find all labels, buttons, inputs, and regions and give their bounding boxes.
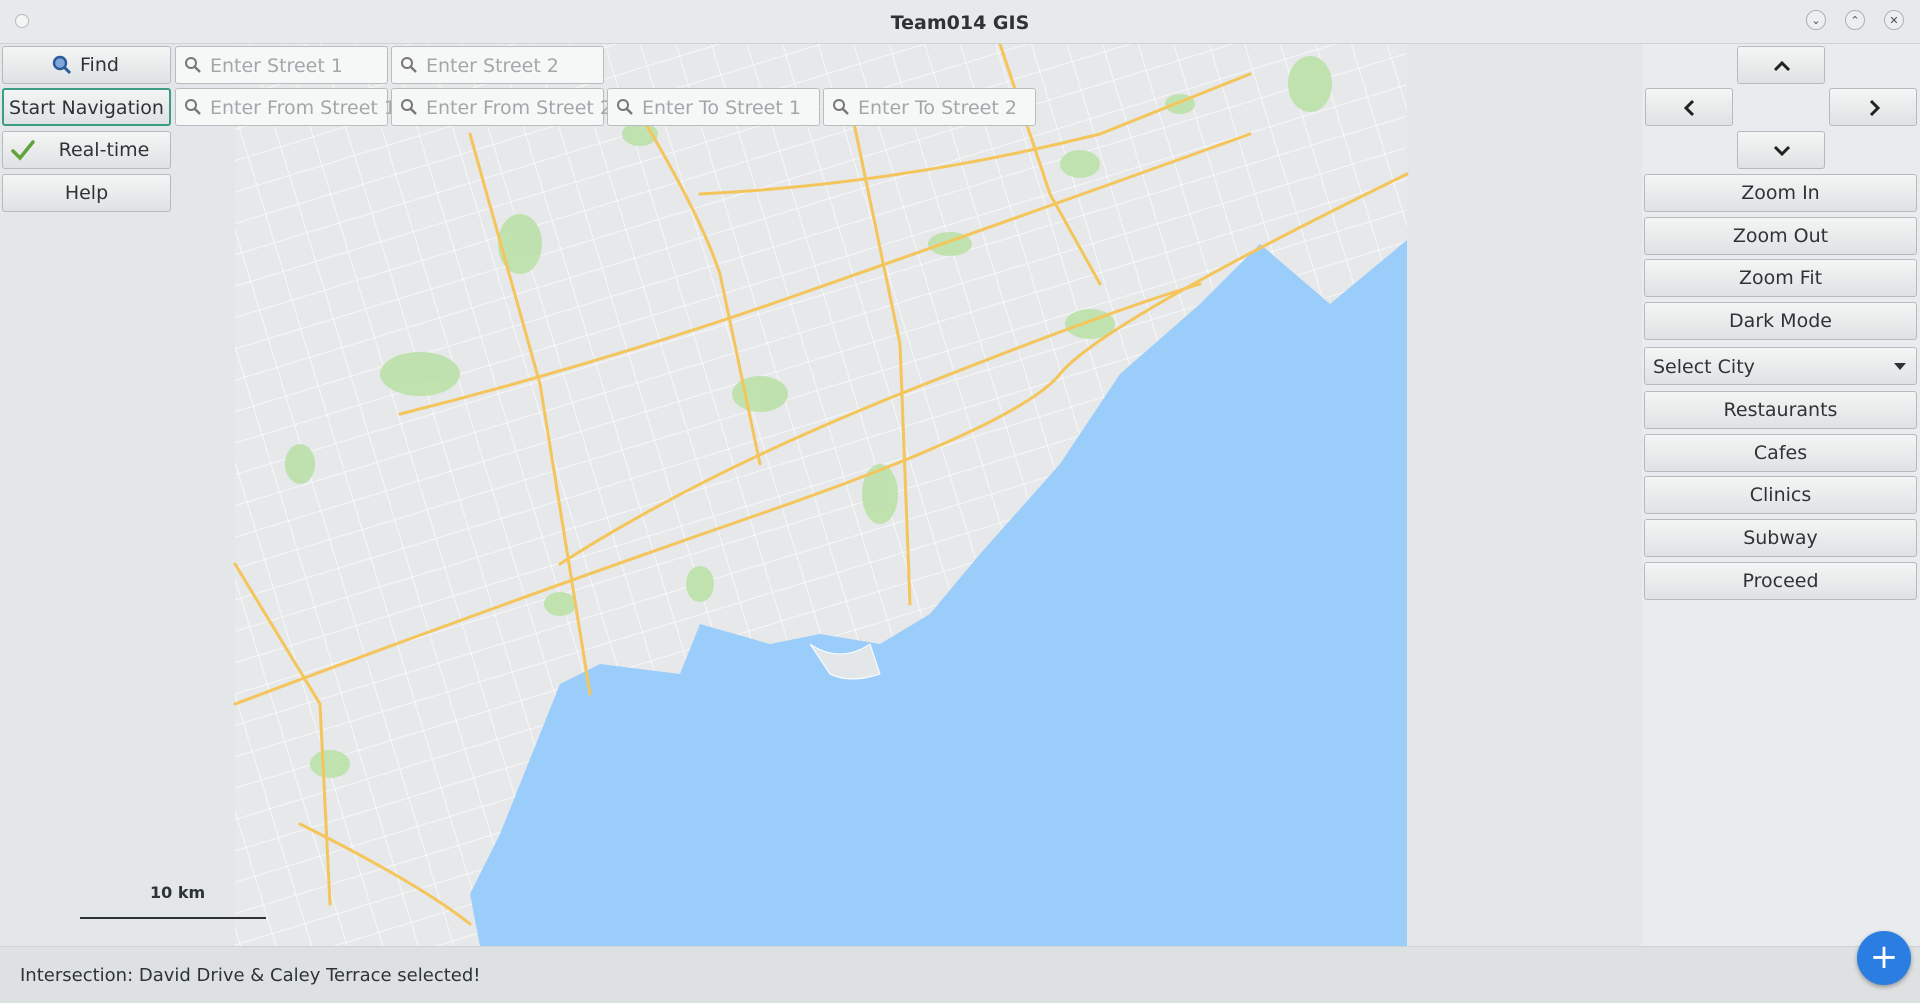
select-city-label: Select City	[1653, 356, 1755, 378]
pan-right-button[interactable]	[1829, 88, 1917, 126]
search-icon	[185, 99, 201, 115]
chevron-down-icon	[1773, 145, 1791, 157]
search-icon	[52, 55, 72, 75]
start-navigation-label: Start Navigation	[9, 97, 164, 119]
from-street1-input[interactable]: Enter From Street 1	[175, 88, 396, 126]
title-bar: Team014 GIS ⌄ ⌃ ✕	[0, 0, 1920, 44]
scale-line	[80, 917, 266, 919]
street1-input[interactable]: Enter Street 1	[175, 46, 388, 84]
clinics-button[interactable]: Clinics	[1644, 476, 1917, 514]
help-label: Help	[64, 182, 109, 204]
proceed-button[interactable]: Proceed	[1644, 562, 1917, 600]
search-icon	[617, 99, 633, 115]
plus-icon: +	[1869, 937, 1899, 977]
search-icon	[185, 57, 201, 73]
street1-placeholder: Enter Street 1	[210, 55, 343, 77]
select-city-dropdown[interactable]: Select City	[1644, 347, 1917, 385]
to-street2-placeholder: Enter To Street 2	[858, 97, 1017, 119]
realtime-bike-toggle[interactable]: Real-time Bike	[2, 131, 171, 197]
street2-input[interactable]: Enter Street 2	[391, 46, 604, 84]
pan-left-button[interactable]	[1645, 88, 1733, 126]
to-street1-placeholder: Enter To Street 1	[642, 97, 801, 119]
chevron-right-icon	[1869, 99, 1881, 117]
restaurants-button[interactable]: Restaurants	[1644, 391, 1917, 429]
status-message: Intersection: David Drive & Caley Terrac…	[20, 965, 481, 986]
zoom-out-button[interactable]: Zoom Out	[1644, 217, 1917, 255]
from-street2-input[interactable]: Enter From Street 2	[391, 88, 612, 126]
zoom-in-button[interactable]: Zoom In	[1644, 174, 1917, 212]
from-street1-placeholder: Enter From Street 1	[210, 97, 397, 119]
from-street2-placeholder: Enter From Street 2	[426, 97, 613, 119]
chevron-up-icon	[1773, 60, 1791, 72]
minimize-icon[interactable]: ⌄	[1806, 10, 1826, 30]
window-title: Team014 GIS	[890, 12, 1030, 34]
help-button[interactable]: Help	[2, 174, 171, 212]
map-graphic	[0, 44, 1642, 946]
close-icon[interactable]: ✕	[1884, 10, 1904, 30]
status-bar: Intersection: David Drive & Caley Terrac…	[0, 946, 1920, 1003]
maximize-icon[interactable]: ⌃	[1845, 10, 1865, 30]
to-street1-input[interactable]: Enter To Street 1	[607, 88, 820, 126]
search-icon	[401, 99, 417, 115]
dark-mode-button[interactable]: Dark Mode	[1644, 302, 1917, 340]
search-icon	[833, 99, 849, 115]
scale-label: 10 km	[150, 883, 206, 902]
cafes-button[interactable]: Cafes	[1644, 434, 1917, 472]
to-street2-input[interactable]: Enter To Street 2	[823, 88, 1036, 126]
zoom-fit-button[interactable]: Zoom Fit	[1644, 259, 1917, 297]
chevron-left-icon	[1683, 99, 1695, 117]
caret-down-icon	[1894, 363, 1906, 370]
start-navigation-button[interactable]: Start Navigation	[2, 88, 171, 126]
find-button-label: Find	[80, 54, 119, 76]
subway-button[interactable]: Subway	[1644, 519, 1917, 557]
street2-placeholder: Enter Street 2	[426, 55, 559, 77]
add-fab-button[interactable]: +	[1857, 931, 1911, 985]
check-icon	[11, 140, 35, 161]
find-button[interactable]: Find	[2, 46, 171, 84]
pan-down-button[interactable]	[1737, 131, 1825, 169]
map-canvas[interactable]	[0, 44, 1642, 946]
pan-up-button[interactable]	[1737, 46, 1825, 84]
search-icon	[401, 57, 417, 73]
